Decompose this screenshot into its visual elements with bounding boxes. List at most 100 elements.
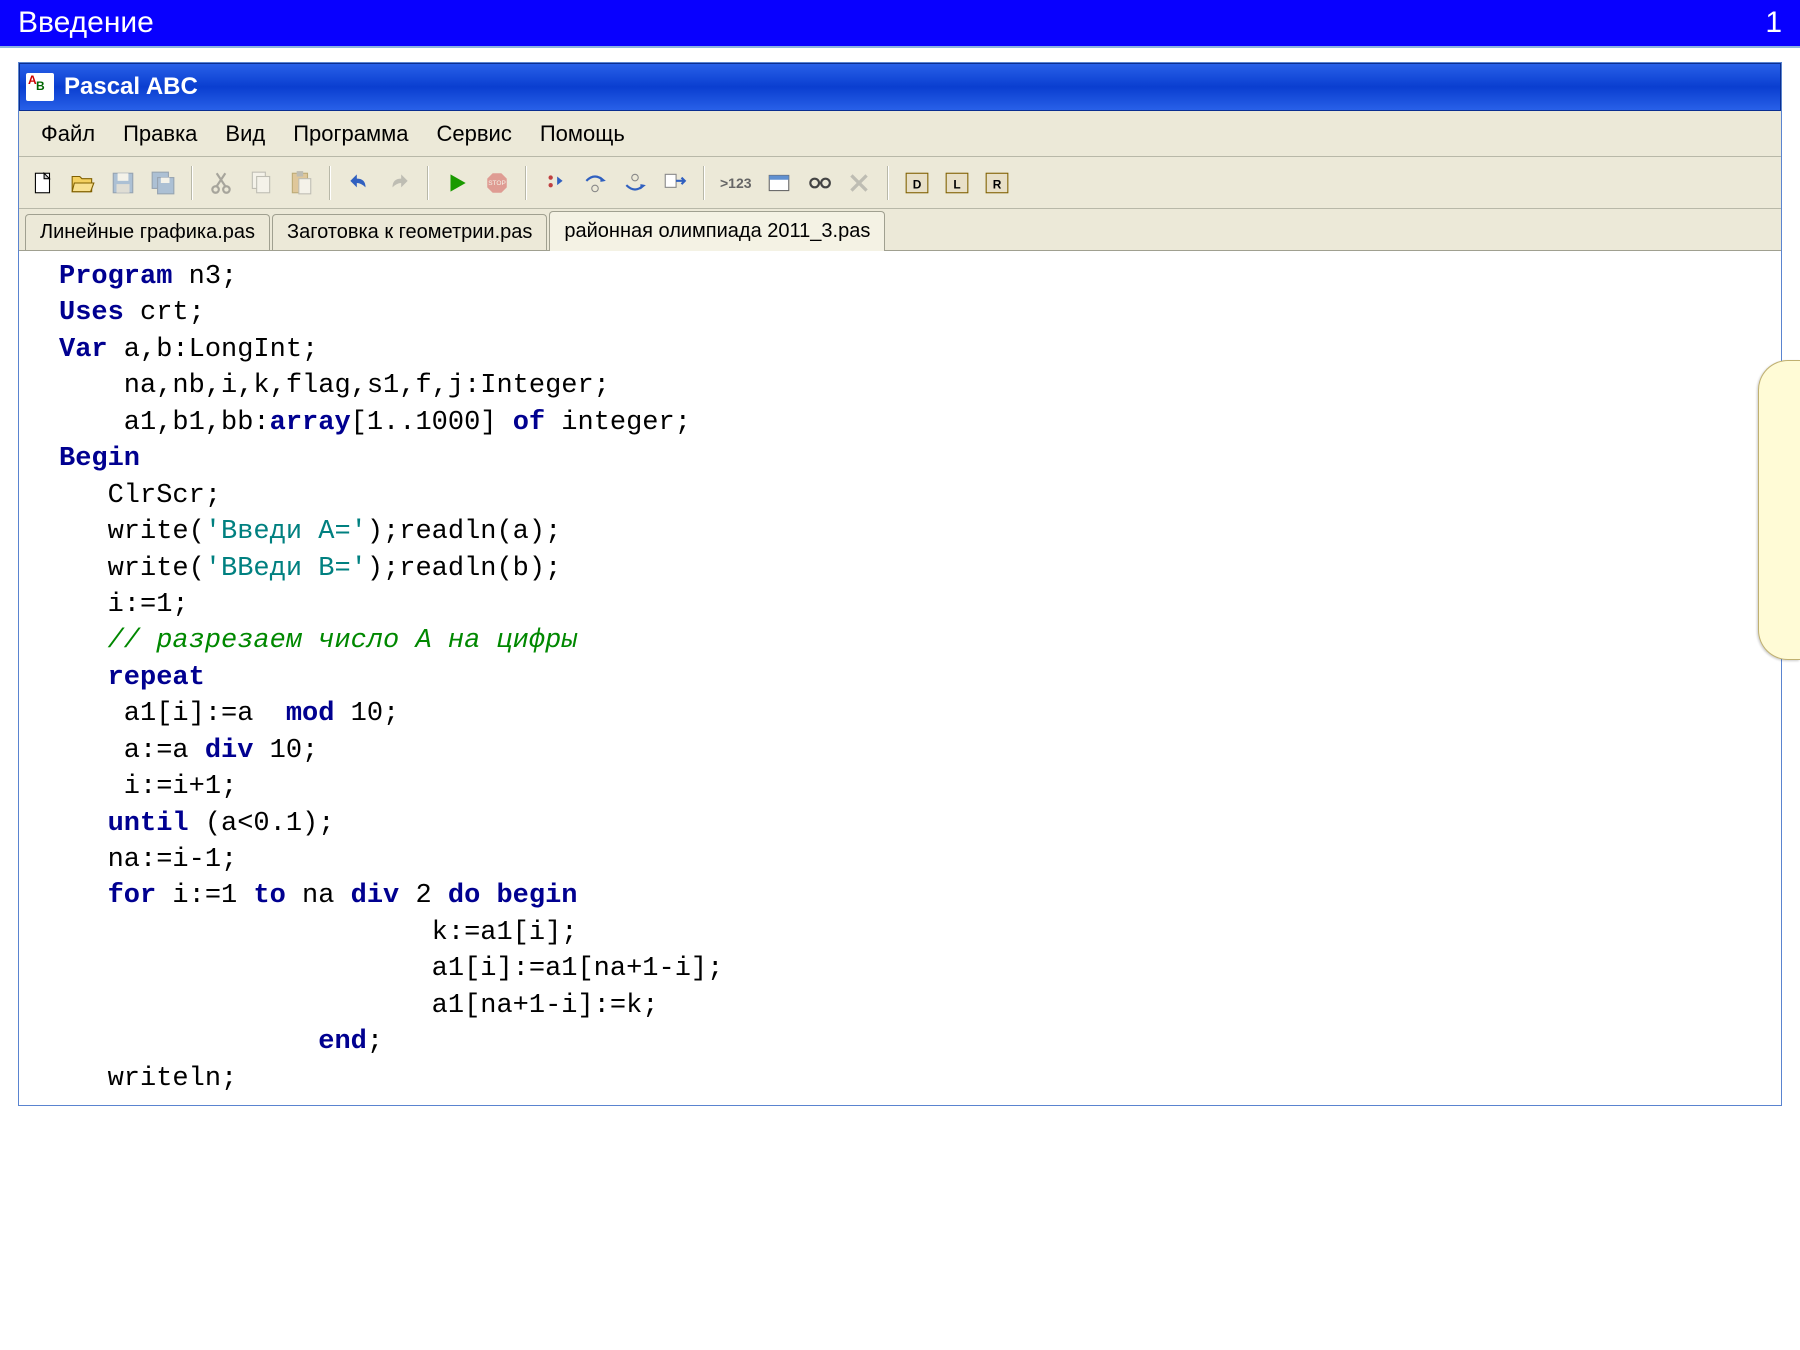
svg-text:D: D: [912, 177, 921, 191]
watch-button[interactable]: [801, 165, 837, 201]
code-kw: array: [270, 408, 351, 438]
code-comment: // разрезаем число A на цифры: [59, 626, 577, 656]
undo-button[interactable]: [341, 165, 377, 201]
code-text: write(: [59, 517, 205, 547]
run-to-cursor-icon: [662, 170, 688, 196]
code-kw: repeat: [59, 663, 205, 693]
eval-button[interactable]: >123: [715, 165, 757, 201]
step-out-icon: [622, 170, 648, 196]
code-editor[interactable]: Program n3; Uses crt; Var a,b:LongInt; n…: [19, 251, 1781, 1105]
stop-button[interactable]: STOP: [479, 165, 515, 201]
open-folder-icon: [70, 170, 96, 196]
slide-title: Введение: [18, 6, 154, 40]
delete-icon: [846, 170, 872, 196]
vl-icon: L: [944, 170, 970, 196]
code-kw: until: [59, 809, 189, 839]
code-text: crt;: [124, 298, 205, 328]
glasses-icon: [806, 170, 832, 196]
code-text: 10;: [334, 699, 399, 729]
save-all-button[interactable]: [145, 165, 181, 201]
cut-button[interactable]: [203, 165, 239, 201]
menu-view[interactable]: Вид: [213, 117, 277, 151]
code-kw: Uses: [59, 298, 124, 328]
code-text: [1..1000]: [351, 408, 513, 438]
code-text: a1[i]:=a1[na+1-i];: [59, 954, 723, 984]
code-text: 10;: [253, 736, 318, 766]
toolbar-separator: [525, 166, 527, 200]
redo-button[interactable]: [381, 165, 417, 201]
svg-text:STOP: STOP: [488, 180, 506, 187]
code-text: n3;: [172, 262, 237, 292]
step-into-button[interactable]: [577, 165, 613, 201]
code-text: (a<0.1);: [189, 809, 335, 839]
run-to-cursor-button[interactable]: [657, 165, 693, 201]
menu-file[interactable]: Файл: [29, 117, 107, 151]
window-icon: [766, 170, 792, 196]
stop-icon: STOP: [484, 170, 510, 196]
code-text: k:=a1[i];: [59, 918, 577, 948]
code-text: integer;: [545, 408, 691, 438]
save-all-icon: [150, 170, 176, 196]
vd-icon: D: [904, 170, 930, 196]
code-kw: do begin: [448, 881, 578, 911]
copy-icon: [248, 170, 274, 196]
code-text: );readln(a);: [367, 517, 561, 547]
code-kw: div: [351, 881, 400, 911]
step-over-button[interactable]: [537, 165, 573, 201]
menu-program[interactable]: Программа: [281, 117, 420, 151]
undo-icon: [346, 170, 372, 196]
svg-text:L: L: [953, 177, 960, 191]
code-text: writeln;: [59, 1064, 237, 1094]
save-button[interactable]: [105, 165, 141, 201]
vr-icon: R: [984, 170, 1010, 196]
slide-header: Введение 1: [0, 0, 1800, 48]
app-window: Pascal ABC Файл Правка Вид Программа Сер…: [18, 62, 1782, 1106]
code-kw: mod: [286, 699, 335, 729]
window-button[interactable]: [761, 165, 797, 201]
tab-file-3[interactable]: районная олимпиада 2011_3.pas: [549, 211, 885, 251]
toolbar: STOP >123 D L: [19, 157, 1781, 209]
menu-edit[interactable]: Правка: [111, 117, 209, 151]
copy-button[interactable]: [243, 165, 279, 201]
svg-text:R: R: [992, 177, 1001, 191]
open-file-button[interactable]: [65, 165, 101, 201]
code-kw: to: [253, 881, 285, 911]
paste-button[interactable]: [283, 165, 319, 201]
menu-bar: Файл Правка Вид Программа Сервис Помощь: [19, 111, 1781, 157]
code-text: na:=i-1;: [59, 845, 237, 875]
code-text: [59, 1027, 318, 1057]
run-button[interactable]: [439, 165, 475, 201]
code-kw: Var: [59, 335, 108, 365]
step-over-icon: [542, 170, 568, 196]
menu-help[interactable]: Помощь: [528, 117, 637, 151]
new-file-icon: [30, 170, 56, 196]
code-text: i:=i+1;: [59, 772, 237, 802]
code-text: 2: [399, 881, 448, 911]
tab-file-1[interactable]: Линейные графика.pas: [25, 214, 270, 250]
vl-button[interactable]: L: [939, 165, 975, 201]
code-kw: end: [318, 1027, 367, 1057]
side-note-box: [1758, 360, 1800, 660]
toolbar-separator: [887, 166, 889, 200]
app-title: Pascal ABC: [64, 73, 198, 101]
code-text: i:=1: [156, 881, 253, 911]
save-icon: [110, 170, 136, 196]
tabs-bar: Линейные графика.pas Заготовка к геометр…: [19, 209, 1781, 251]
code-text: a1[i]:=a: [59, 699, 286, 729]
code-text: a:=a: [59, 736, 205, 766]
code-kw: div: [205, 736, 254, 766]
menu-tools[interactable]: Сервис: [425, 117, 524, 151]
toolbar-separator: [427, 166, 429, 200]
code-text: write(: [59, 554, 205, 584]
tab-file-2[interactable]: Заготовка к геометрии.pas: [272, 214, 547, 250]
play-icon: [444, 170, 470, 196]
paste-icon: [288, 170, 314, 196]
code-text: a,b:LongInt;: [108, 335, 319, 365]
new-file-button[interactable]: [25, 165, 61, 201]
delete-button[interactable]: [841, 165, 877, 201]
app-icon: [26, 73, 54, 101]
vr-button[interactable]: R: [979, 165, 1015, 201]
code-str: 'Введи A=': [205, 517, 367, 547]
vd-button[interactable]: D: [899, 165, 935, 201]
step-out-button[interactable]: [617, 165, 653, 201]
